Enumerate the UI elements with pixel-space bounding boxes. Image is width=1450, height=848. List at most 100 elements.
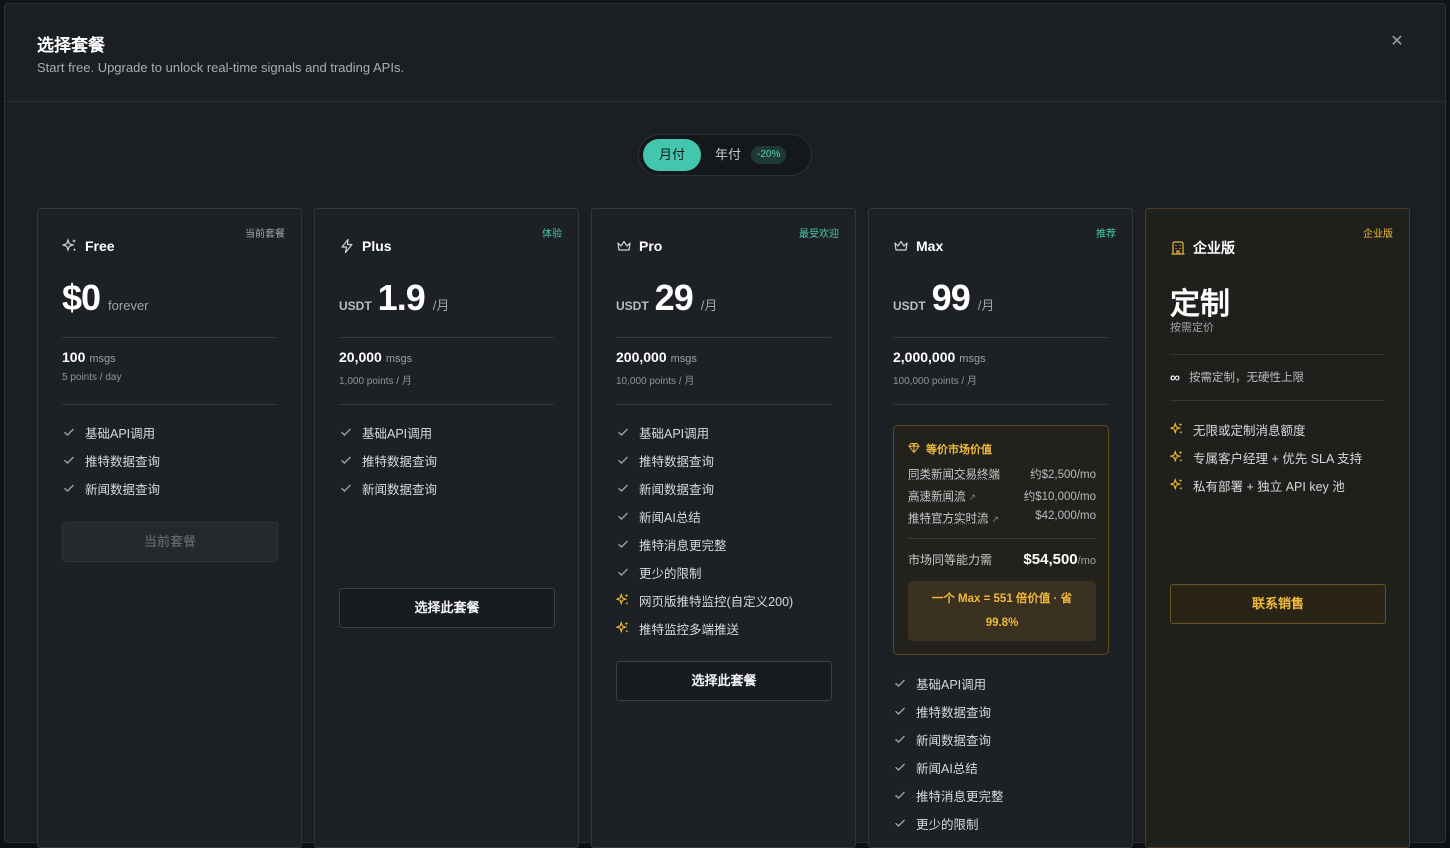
check-icon: [893, 732, 907, 746]
check-icon: [62, 453, 76, 467]
divider: [893, 337, 1108, 338]
plan-name: 企业版: [1193, 240, 1235, 256]
quota-unit: msgs: [959, 353, 986, 365]
plan-badge: 最受欢迎: [799, 229, 839, 240]
plan-price: $0: [62, 277, 101, 318]
feature-item: 更少的限制: [616, 558, 793, 586]
infinity-icon: ∞: [1170, 369, 1180, 385]
lightning-icon: [339, 238, 355, 254]
divider: [1170, 400, 1385, 401]
check-icon: [893, 704, 907, 718]
check-icon: [616, 453, 630, 467]
plan-header: Plus: [339, 238, 392, 254]
feature-item: 新闻数据查询: [339, 474, 437, 502]
check-icon: [616, 481, 630, 495]
plan-header: Free: [62, 238, 115, 254]
external-link-icon[interactable]: ↗: [969, 492, 977, 502]
divider: [893, 404, 1108, 405]
feature-item: 推特数据查询: [339, 446, 437, 474]
price-row: USDT 99 /月: [893, 277, 994, 319]
quota-sub: 10,000 points / 月: [616, 376, 695, 387]
feature-item: 基础API调用: [339, 418, 437, 446]
sparkles-icon: [1170, 478, 1184, 492]
check-icon: [62, 481, 76, 495]
plan-card-enterprise: 企业版 企业版 定制 按需定价 ∞ 按需定制，无硬性上限 无限或定制消息额度 专…: [1145, 208, 1410, 848]
plan-price: 99: [931, 277, 971, 318]
quota-unit: msgs: [89, 353, 116, 365]
billing-yearly-option[interactable]: 年付: [715, 139, 741, 171]
plan-quota: 100 msgs 5 points / day: [62, 349, 121, 383]
value-row[interactable]: 高速新闻流 ↗ 约$10,000/mo: [908, 488, 1096, 510]
plan-card-free: 当前套餐 Free $0 forever 100 msgs 5 points / …: [37, 208, 302, 848]
sparkles-icon: [62, 238, 78, 254]
plan-card-pro: 最受欢迎 Pro USDT 29 /月 200,000 msgs 10,000 p…: [591, 208, 856, 848]
feature-list: 无限或定制消息额度 专属客户经理 + 优先 SLA 支持 私有部署 + 独立 A…: [1170, 415, 1362, 499]
feature-item: 基础API调用: [616, 418, 793, 446]
plan-period: /月: [977, 298, 995, 313]
plan-quota: 20,000 msgs 1,000 points / 月: [339, 349, 412, 387]
feature-list: 基础API调用 推特数据查询 新闻数据查询 新闻AI总结 推特消息更完整 更少的…: [616, 418, 793, 642]
check-icon: [616, 509, 630, 523]
plan-name: Plus: [362, 238, 392, 254]
building-icon: [1170, 240, 1186, 256]
select-plan-button[interactable]: 选择此套餐: [339, 588, 555, 628]
plan-card-max: 推荐 Max USDT 99 /月 2,000,000 msgs 100,000 …: [868, 208, 1133, 848]
feature-list: 基础API调用 推特数据查询 新闻数据查询 新闻AI总结 推特消息更完整 更少的…: [893, 669, 1004, 837]
diamond-icon: [908, 442, 920, 457]
plan-price: 定制: [1170, 288, 1230, 321]
crown-icon: [893, 238, 909, 254]
value-rows: 同类新闻交易终端 约$2,500/mo 高速新闻流 ↗ 约$10,000/mo 推特官…: [908, 466, 1096, 532]
plan-price: 1.9: [377, 277, 426, 318]
divider: [1170, 354, 1385, 355]
plan-period: /月: [700, 298, 718, 313]
value-row: 同类新闻交易终端 约$2,500/mo: [908, 469, 1096, 481]
check-icon: [893, 816, 907, 830]
value-row[interactable]: 推特官方实时流 ↗ $42,000/mo: [908, 510, 1096, 532]
plan-period: forever: [108, 298, 149, 313]
divider: [62, 404, 277, 405]
sparkles-icon: [1170, 422, 1184, 436]
external-link-icon[interactable]: ↗: [992, 514, 1000, 524]
feature-item: 推特消息更完整: [893, 781, 1004, 809]
market-value-box: 等价市场价值 同类新闻交易终端 约$2,500/mo 高速新闻流 ↗ 约$10,000…: [893, 425, 1109, 655]
check-icon: [893, 676, 907, 690]
check-icon: [616, 537, 630, 551]
quota-unit: msgs: [385, 353, 413, 365]
contact-sales-button[interactable]: 联系销售: [1170, 584, 1386, 624]
billing-toggle: 月付 年付 -20%: [638, 134, 812, 176]
select-plan-button[interactable]: 选择此套餐: [616, 661, 832, 701]
feature-item: 基础API调用: [893, 669, 1004, 697]
plan-price-sub: 按需定价: [1170, 322, 1214, 334]
modal-header: 选择套餐 Start free. Upgrade to unlock real-…: [5, 4, 1445, 102]
sparkles-icon: [616, 621, 630, 635]
check-icon: [893, 788, 907, 802]
close-icon[interactable]: ✕: [1388, 33, 1406, 51]
feature-item: 推特数据查询: [62, 446, 160, 474]
divider: [339, 337, 554, 338]
check-icon: [62, 425, 76, 439]
divider: [616, 337, 831, 338]
plan-header: Max: [893, 238, 943, 254]
plan-card-plus: 体验 Plus USDT 1.9 /月 20,000 msgs 1,000 poi…: [314, 208, 579, 848]
check-icon: [616, 425, 630, 439]
feature-item: 推特数据查询: [893, 697, 1004, 725]
check-icon: [339, 453, 353, 467]
plan-period: /月: [432, 298, 450, 313]
sparkles-icon: [616, 593, 630, 607]
modal-title: 选择套餐: [37, 36, 105, 55]
price-row: $0 forever: [62, 277, 149, 319]
quota-sub: 100,000 points / 月: [893, 376, 977, 387]
billing-monthly-option[interactable]: 月付: [643, 139, 701, 171]
feature-item: 新闻数据查询: [616, 474, 793, 502]
feature-item: 新闻数据查询: [893, 725, 1004, 753]
plan-name: Pro: [639, 238, 663, 254]
premium-feature-item: 网页版推特监控(自定义200): [616, 586, 793, 614]
pricing-modal: 选择套餐 Start free. Upgrade to unlock real-…: [4, 3, 1446, 848]
plan-currency: USDT: [893, 299, 926, 313]
value-title: 等价市场价值: [908, 441, 992, 457]
feature-item: 新闻数据查询: [62, 474, 160, 502]
current-plan-button: 当前套餐: [62, 522, 278, 562]
plan-name: Free: [85, 238, 115, 254]
plan-currency: USDT: [339, 299, 372, 313]
feature-item: 新闻AI总结: [893, 753, 1004, 781]
